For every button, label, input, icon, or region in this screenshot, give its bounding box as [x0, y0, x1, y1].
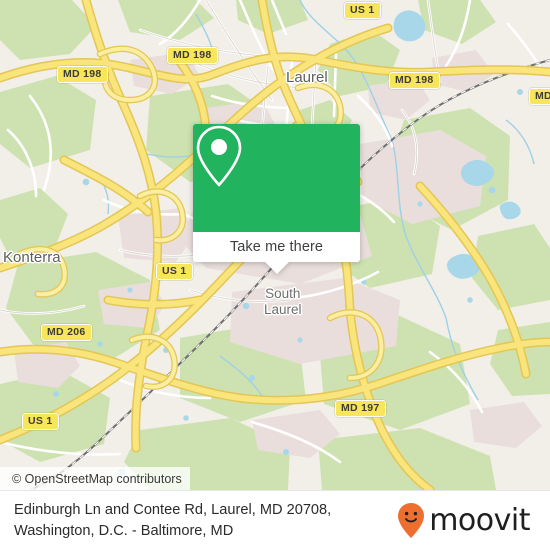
take-me-there-button[interactable]: Take me there [193, 232, 360, 274]
take-me-there-label: Take me there [229, 239, 324, 255]
map-canvas[interactable]: US 1 MD 198 MD 198 MD 198 MD US 1 MD 206… [0, 0, 550, 490]
osm-attribution[interactable]: © OpenStreetMap contributors [0, 467, 190, 490]
map-pin-icon [196, 125, 242, 187]
moovit-wordmark: moovit [429, 502, 530, 538]
road-shield[interactable]: MD 198 [389, 72, 440, 89]
station-address: Edinburgh Ln and Contee Rd, Laurel, MD 2… [14, 500, 331, 542]
road-shield[interactable]: US 1 [22, 413, 59, 430]
moovit-logo[interactable]: moovit [396, 502, 536, 540]
moovit-smiley-pin-icon [398, 502, 425, 538]
card-pointer-tail [264, 262, 289, 274]
place-label-line: Laurel [264, 302, 302, 317]
moovit-station-page: US 1 MD 198 MD 198 MD 198 MD US 1 MD 206… [0, 0, 550, 550]
place-label-laurel: Laurel [286, 69, 328, 86]
address-line-1: Edinburgh Ln and Contee Rd, Laurel, MD 2… [14, 501, 332, 518]
place-label-konterra: Konterra [3, 249, 61, 266]
destination-popup-card[interactable]: Take me there [193, 124, 360, 274]
card-header [193, 124, 360, 232]
road-shield[interactable]: MD 197 [335, 400, 386, 417]
place-label-south-laurel: South Laurel [264, 286, 302, 318]
address-line-2: Washington, D.C. - Baltimore, MD [14, 522, 234, 539]
page-footer: Edinburgh Ln and Contee Rd, Laurel, MD 2… [0, 490, 550, 550]
place-label-line: South [265, 286, 301, 301]
road-shield[interactable]: MD 206 [41, 324, 92, 341]
road-shield[interactable]: MD 198 [167, 47, 218, 64]
road-shield[interactable]: MD 198 [57, 66, 108, 83]
road-shield[interactable]: US 1 [344, 2, 381, 19]
road-shield[interactable]: MD [529, 88, 550, 105]
road-shield[interactable]: US 1 [156, 263, 193, 280]
